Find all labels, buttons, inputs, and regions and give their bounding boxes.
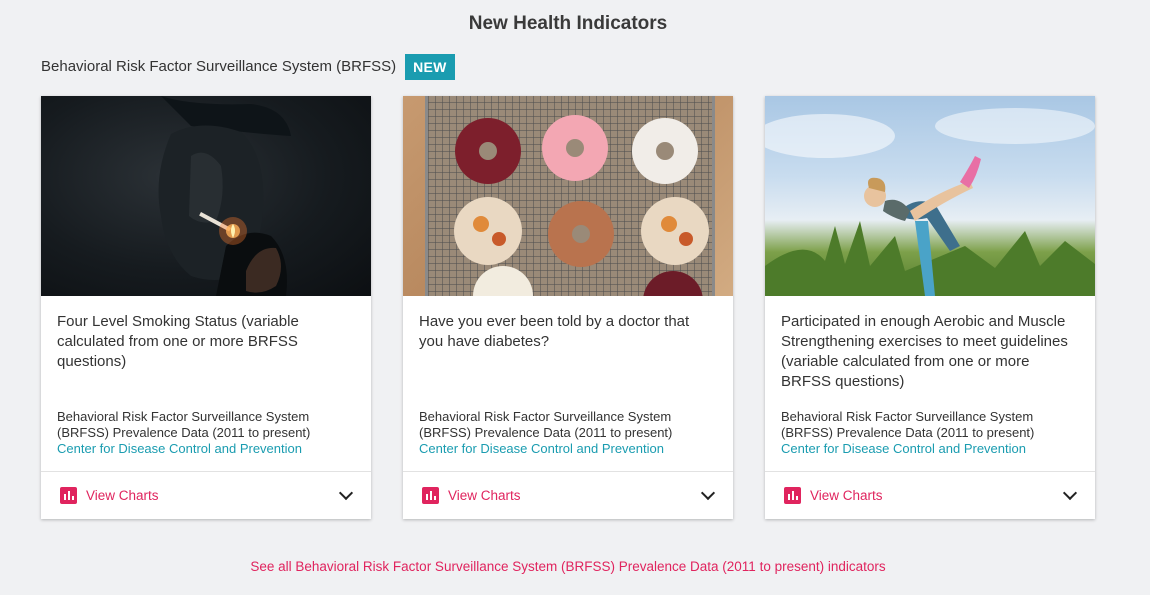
chevron-down-icon[interactable] xyxy=(1062,485,1078,500)
indicator-cards: Four Level Smoking Status (variable calc… xyxy=(41,96,1095,519)
card-source: Behavioral Risk Factor Surveillance Syst… xyxy=(419,409,721,457)
source-text: Behavioral Risk Factor Surveillance Syst… xyxy=(419,409,673,440)
yoga-illustration xyxy=(765,108,1095,296)
view-charts-link[interactable]: View Charts xyxy=(448,488,521,503)
bar-chart-icon[interactable] xyxy=(422,487,439,504)
chevron-down-icon[interactable] xyxy=(700,485,716,500)
bar-chart-icon[interactable] xyxy=(60,487,77,504)
card-body: Have you ever been told by a doctor that… xyxy=(403,296,733,471)
card-title[interactable]: Participated in enough Aerobic and Muscl… xyxy=(781,312,1079,392)
card-body: Four Level Smoking Status (variable calc… xyxy=(41,296,371,471)
view-charts-link[interactable]: View Charts xyxy=(810,488,883,503)
card-body: Participated in enough Aerobic and Muscl… xyxy=(765,296,1095,471)
card-image[interactable] xyxy=(403,96,733,296)
donuts-illustration xyxy=(454,115,709,296)
section-header: Behavioral Risk Factor Surveillance Syst… xyxy=(41,53,455,80)
org-link[interactable]: Center for Disease Control and Preventio… xyxy=(419,441,721,457)
card-source: Behavioral Risk Factor Surveillance Syst… xyxy=(781,409,1083,457)
source-text: Behavioral Risk Factor Surveillance Syst… xyxy=(781,409,1035,440)
card-title[interactable]: Have you ever been told by a doctor that… xyxy=(419,312,717,352)
bar-chart-icon[interactable] xyxy=(784,487,801,504)
section-title: Behavioral Risk Factor Surveillance Syst… xyxy=(41,58,397,75)
card-footer: View Charts xyxy=(41,471,371,519)
smoking-illustration xyxy=(158,96,291,296)
indicator-card-diabetes[interactable]: Have you ever been told by a doctor that… xyxy=(403,96,733,519)
org-link[interactable]: Center for Disease Control and Preventio… xyxy=(57,441,359,457)
card-footer: View Charts xyxy=(403,471,733,519)
chevron-down-icon[interactable] xyxy=(338,485,354,500)
view-charts-link[interactable]: View Charts xyxy=(86,488,159,503)
new-badge: NEW xyxy=(405,53,455,80)
source-text: Behavioral Risk Factor Surveillance Syst… xyxy=(57,409,311,440)
card-title[interactable]: Four Level Smoking Status (variable calc… xyxy=(57,312,355,372)
card-source: Behavioral Risk Factor Surveillance Syst… xyxy=(57,409,359,457)
page-title: New Health Indicators xyxy=(468,13,668,34)
see-all-indicators-link[interactable]: See all Behavioral Risk Factor Surveilla… xyxy=(0,559,1136,574)
card-footer: View Charts xyxy=(765,471,1095,519)
card-image[interactable] xyxy=(41,96,371,296)
org-link[interactable]: Center for Disease Control and Preventio… xyxy=(781,441,1083,457)
indicator-card-exercise[interactable]: Participated in enough Aerobic and Muscl… xyxy=(765,96,1095,519)
card-image[interactable] xyxy=(765,96,1095,296)
indicator-card-smoking[interactable]: Four Level Smoking Status (variable calc… xyxy=(41,96,371,519)
